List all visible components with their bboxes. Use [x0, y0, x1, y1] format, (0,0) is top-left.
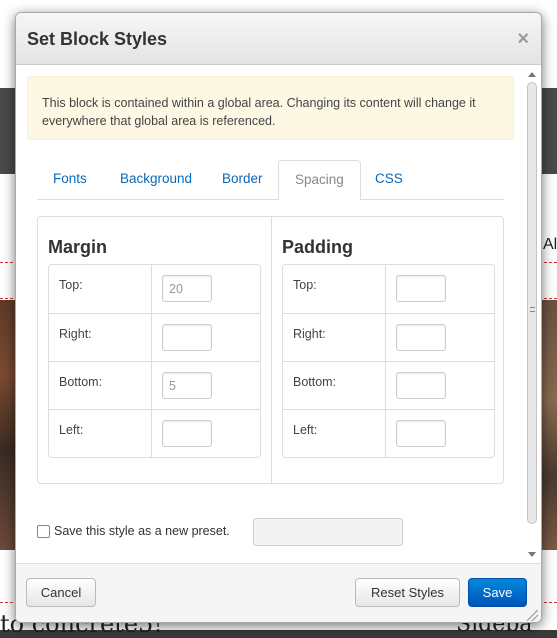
preset-name-input[interactable]: [253, 518, 403, 546]
padding-bottom-label: Bottom:: [293, 375, 337, 389]
close-icon[interactable]: ×: [517, 29, 529, 49]
save-preset-checkbox[interactable]: [37, 525, 50, 538]
padding-left-input[interactable]: [396, 420, 446, 447]
grid-separator: [385, 314, 386, 361]
grid-separator: [385, 362, 386, 409]
padding-top-row: Top:: [283, 265, 494, 313]
margin-top-label: Top:: [59, 278, 83, 292]
scrollbar-thumb[interactable]: [527, 82, 537, 524]
padding-bottom-row: Bottom:: [283, 361, 494, 409]
dialog-title: Set Block Styles: [27, 29, 168, 49]
grid-separator: [151, 410, 152, 457]
spacing-panel: Margin Top: Right: Bottom:: [37, 216, 504, 484]
dialog-body: This block is contained within a global …: [16, 66, 541, 563]
padding-bottom-input[interactable]: [396, 372, 446, 399]
padding-left-label: Left:: [293, 423, 318, 437]
margin-title: Margin: [48, 237, 108, 257]
grid-separator: [385, 265, 386, 313]
padding-top-input[interactable]: [396, 275, 446, 302]
tab-background[interactable]: Background: [104, 160, 208, 200]
margin-right-label: Right:: [59, 327, 92, 341]
panel-divider: [271, 217, 272, 483]
margin-top-row: Top:: [49, 265, 260, 313]
dialog-footer: Cancel Reset Styles Save: [16, 563, 541, 622]
dialog-scrollbar[interactable]: [526, 68, 539, 561]
margin-left-input[interactable]: [162, 420, 212, 447]
style-tabs: Fonts Background Border Spacing CSS: [37, 160, 504, 201]
margin-right-input[interactable]: [162, 324, 212, 351]
padding-right-input[interactable]: [396, 324, 446, 351]
margin-left-label: Left:: [59, 423, 84, 437]
save-button[interactable]: Save: [468, 578, 527, 607]
margin-grid: Top: Right: Bottom: Left:: [48, 264, 261, 458]
tab-css[interactable]: CSS: [359, 160, 419, 200]
reset-styles-button[interactable]: Reset Styles: [355, 578, 460, 607]
padding-title: Padding: [282, 237, 353, 257]
padding-grid: Top: Right: Bottom: Left:: [282, 264, 495, 458]
padding-top-label: Top:: [293, 278, 317, 292]
grid-separator: [385, 410, 386, 457]
global-area-alert: This block is contained within a global …: [27, 76, 514, 140]
scroll-down-arrow-icon[interactable]: [528, 552, 536, 557]
scroll-up-arrow-icon[interactable]: [528, 72, 536, 77]
resize-grip-icon[interactable]: [527, 610, 538, 621]
tab-border[interactable]: Border: [206, 160, 279, 200]
grid-separator: [151, 362, 152, 409]
set-block-styles-dialog: Set Block Styles × This block is contain…: [15, 12, 542, 623]
padding-right-label: Right:: [293, 327, 326, 341]
padding-left-row: Left:: [283, 409, 494, 457]
cancel-button[interactable]: Cancel: [26, 578, 96, 607]
grip-icon: [530, 307, 535, 312]
padding-right-row: Right:: [283, 313, 494, 361]
tab-fonts[interactable]: Fonts: [37, 160, 103, 200]
dialog-header: Set Block Styles ×: [16, 13, 541, 65]
save-preset-label[interactable]: Save this style as a new preset.: [54, 524, 230, 538]
margin-top-input[interactable]: [162, 275, 212, 302]
grid-separator: [151, 265, 152, 313]
save-preset-row: Save this style as a new preset.: [37, 518, 507, 546]
margin-bottom-label: Bottom:: [59, 375, 103, 389]
margin-right-row: Right:: [49, 313, 260, 361]
margin-bottom-row: Bottom:: [49, 361, 260, 409]
margin-bottom-input[interactable]: [162, 372, 212, 399]
margin-left-row: Left:: [49, 409, 260, 457]
tab-spacing[interactable]: Spacing: [278, 160, 361, 201]
background-sidebar-text: Al: [543, 236, 557, 253]
grid-separator: [151, 314, 152, 361]
